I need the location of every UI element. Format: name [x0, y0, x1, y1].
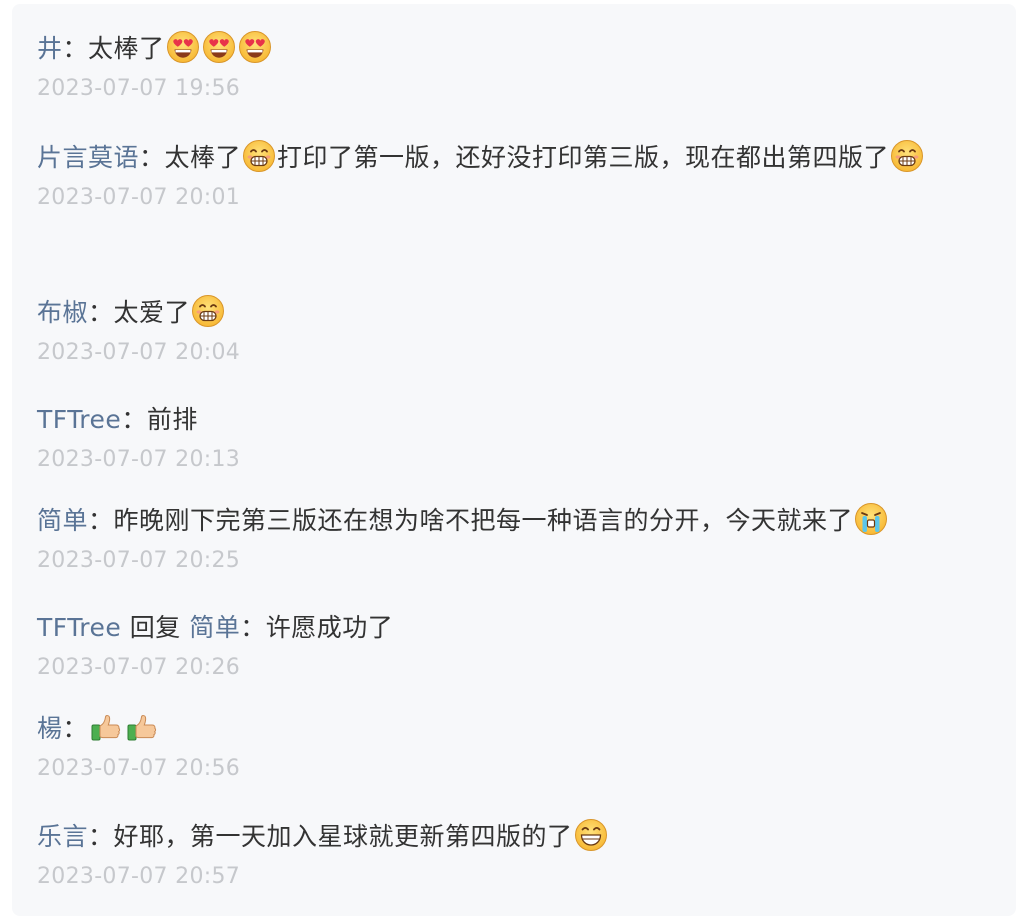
comment-item: 片言莫语：太棒了 打印了第一版，还好没打印第三版，现在都出第四版了 2023-07… [37, 135, 992, 213]
comment-item: 井：太棒了 2023-07-07 19:56 [37, 26, 992, 104]
comment-item: 简单：昨晚刚下完第三版还在想为啥不把每一种语言的分开，今天就来了 2023-07… [37, 498, 992, 576]
colon-separator: ： [62, 34, 89, 63]
colon-separator: ： [139, 143, 165, 172]
comment-body: TFTree：前排 [37, 397, 992, 443]
comment-timestamp: 2023-07-07 20:13 [37, 447, 241, 472]
comment-text: 太棒了 [164, 143, 242, 172]
comment-text: 好耶，第一天加入星球就更新第四版的了 [113, 822, 573, 851]
comment-body: 简单：昨晚刚下完第三版还在想为啥不把每一种语言的分开，今天就来了 [37, 498, 992, 544]
comments-panel: 井：太棒了 2023-07-07 19:56 片言莫语：太棒了 打印了第一版，还好… [12, 4, 1016, 916]
comment-text: 许愿成功了 [265, 613, 394, 642]
comment-author[interactable]: 片言莫语 [37, 143, 139, 172]
colon-separator: ： [88, 822, 114, 851]
comment-author[interactable]: 楊 [37, 714, 63, 743]
colon-separator: ： [88, 506, 114, 535]
comment-author[interactable]: TFTree [37, 405, 121, 434]
comment-timestamp: 2023-07-07 20:26 [37, 655, 241, 680]
comment-text: 太爱了 [113, 298, 191, 327]
heart-eyes-face-icon [202, 30, 236, 64]
comment-author[interactable]: 井 [37, 34, 63, 63]
grin-face-icon [191, 294, 225, 328]
comment-timestamp: 2023-07-07 20:04 [37, 340, 241, 365]
colon-separator: ： [62, 714, 89, 743]
thumbs-up-icon [125, 710, 159, 744]
comment-body: 布椒：太爱了 [37, 290, 992, 336]
colon-separator: ： [240, 613, 266, 642]
colon-separator: ： [121, 405, 147, 434]
comment-item: TFTree 回复 简单：许愿成功了 2023-07-07 20:26 [37, 605, 992, 683]
comment-author[interactable]: TFTree [37, 613, 121, 642]
comment-author[interactable]: 乐言 [37, 822, 88, 851]
comment-item: 布椒：太爱了 2023-07-07 20:04 [37, 290, 992, 368]
comment-body: 片言莫语：太棒了 打印了第一版，还好没打印第三版，现在都出第四版了 [37, 135, 992, 181]
comment-text: 昨晚刚下完第三版还在想为啥不把每一种语言的分开，今天就来了 [113, 506, 854, 535]
comment-text: 太棒了 [88, 34, 165, 63]
comment-author[interactable]: 简单 [37, 506, 88, 535]
comment-item: 乐言：好耶，第一天加入星球就更新第四版的了 2023-07-07 20:57 [37, 814, 992, 892]
heart-eyes-face-icon [238, 30, 272, 64]
comment-author[interactable]: 布椒 [37, 298, 88, 327]
heart-eyes-face-icon [166, 30, 200, 64]
comment-body: TFTree 回复 简单：许愿成功了 [37, 605, 992, 651]
comment-body: 乐言：好耶，第一天加入星球就更新第四版的了 [37, 814, 992, 860]
comment-body: 井：太棒了 [37, 26, 992, 72]
comment-timestamp: 2023-07-07 20:57 [37, 864, 241, 889]
laughing-face-icon [574, 818, 608, 852]
grin-face-icon [242, 139, 276, 173]
grin-face-icon [890, 139, 924, 173]
colon-separator: ： [88, 298, 114, 327]
reply-label: 回复 [129, 613, 181, 642]
reply-target-author[interactable]: 简单 [189, 613, 240, 642]
comment-timestamp: 2023-07-07 20:01 [37, 185, 241, 210]
thumbs-up-icon [89, 710, 123, 744]
comment-item: 楊： 2023-07-07 20:56 [37, 706, 992, 784]
comment-text: 打印了第一版，还好没打印第三版，现在都出第四版了 [277, 143, 890, 172]
comment-text: 前排 [146, 405, 198, 434]
comment-timestamp: 2023-07-07 20:56 [37, 756, 241, 781]
comment-body: 楊： [37, 706, 992, 752]
comment-item: TFTree：前排 2023-07-07 20:13 [37, 397, 992, 475]
crying-face-icon [854, 502, 888, 536]
comment-timestamp: 2023-07-07 20:25 [37, 548, 241, 573]
comment-timestamp: 2023-07-07 19:56 [37, 76, 241, 101]
